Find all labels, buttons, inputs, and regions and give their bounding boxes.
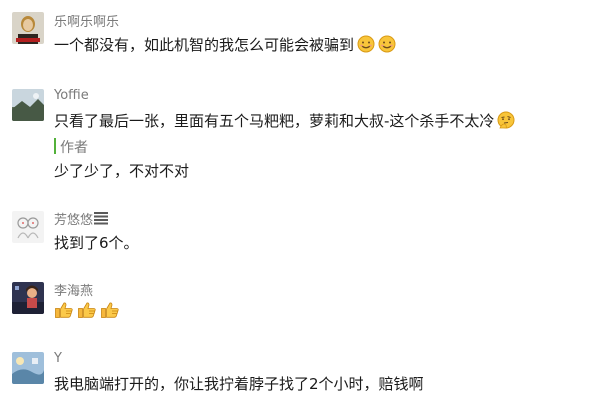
author-tag: 作者	[54, 138, 94, 156]
thumbs-up-icon	[54, 300, 74, 320]
author-tag-bar	[54, 138, 56, 154]
avatar[interactable]	[12, 12, 44, 44]
comment-text	[54, 300, 120, 321]
comment-author[interactable]: 乐啊乐啊乐	[54, 11, 119, 30]
author-tag-label: 作者	[60, 140, 88, 156]
comment-author[interactable]: 芳悠悠	[54, 209, 109, 228]
thumbs-up-icon	[100, 300, 120, 320]
comment-text: 只看了最后一张，里面有五个马粑粑，萝莉和大叔-这个杀手不太冷	[54, 110, 515, 131]
comment-author[interactable]: Yoffie	[54, 88, 89, 103]
comment-text: 找到了6个。	[54, 234, 139, 252]
avatar[interactable]	[12, 282, 44, 314]
avatar[interactable]	[12, 89, 44, 121]
comment-text: 我电脑端打开的，你让我拧着脖子找了2个小时，赔钱啊	[54, 375, 424, 393]
thumbs-up-icon	[77, 300, 97, 320]
author-reply-text: 少了少了，不对不对	[54, 162, 190, 180]
smile-icon	[378, 35, 396, 53]
comment-author-label: 芳悠悠	[54, 213, 94, 228]
smile-icon	[357, 35, 375, 53]
thinking-icon	[497, 111, 515, 129]
comment-author[interactable]: Y	[54, 351, 62, 366]
comment-text-content: 一个都没有，如此机智的我怎么可能会被骗到	[54, 36, 355, 54]
comment-author[interactable]: 李海燕	[54, 280, 93, 299]
avatar[interactable]	[12, 352, 44, 384]
comment-text-content: 只看了最后一张，里面有五个马粑粑，萝莉和大叔-这个杀手不太冷	[54, 112, 495, 130]
comment-text: 一个都没有，如此机智的我怎么可能会被骗到	[54, 34, 396, 55]
striped-square-icon	[94, 212, 109, 225]
avatar[interactable]	[12, 211, 44, 243]
